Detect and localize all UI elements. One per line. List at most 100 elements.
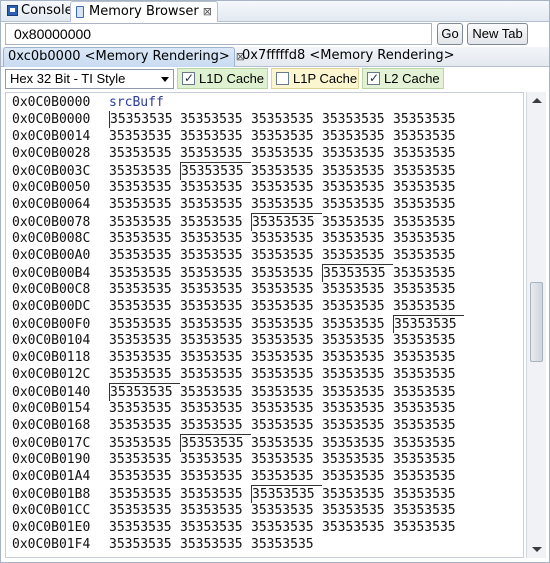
l2-cache-checkbox[interactable]: L2 Cache: [362, 68, 444, 89]
memory-value-cell[interactable]: 35353535: [109, 435, 180, 452]
memory-value-cell[interactable]: 35353535: [322, 519, 393, 536]
memory-value-cell[interactable]: 35353535: [393, 486, 464, 503]
memory-value-cell[interactable]: 35353535: [393, 128, 464, 145]
memory-value-cell[interactable]: 35353535: [322, 264, 393, 282]
memory-value-cell[interactable]: 35353535: [109, 145, 180, 162]
memory-value-cell[interactable]: 35353535: [109, 196, 180, 213]
memory-value-cell[interactable]: 35353535: [322, 145, 393, 162]
memory-value-cell[interactable]: 35353535: [393, 281, 464, 298]
memory-value-cell[interactable]: 35353535: [251, 298, 322, 315]
memory-value-cell[interactable]: 35353535: [251, 435, 322, 452]
memory-value-cell[interactable]: 35353535: [393, 502, 464, 519]
memory-value-cell[interactable]: 35353535: [322, 214, 393, 231]
scroll-thumb[interactable]: [530, 282, 543, 362]
memory-value-cell[interactable]: 35353535: [251, 502, 322, 519]
memory-value-cell[interactable]: 35353535: [251, 366, 322, 383]
memory-value-cell[interactable]: 35353535: [251, 128, 322, 145]
vertical-scrollbar[interactable]: [526, 92, 546, 558]
memory-value-cell[interactable]: 35353535: [109, 451, 180, 468]
memory-value-cell[interactable]: 35353535: [251, 316, 322, 333]
memory-value-cell[interactable]: 35353535: [322, 230, 393, 247]
tab-memory-browser[interactable]: Memory Browser ⊠: [70, 1, 218, 22]
memory-value-cell[interactable]: 35353535: [109, 468, 180, 485]
memory-value-cell[interactable]: 35353535: [180, 281, 251, 298]
memory-value-cell[interactable]: 35353535: [322, 366, 393, 383]
memory-value-cell[interactable]: 35353535: [251, 179, 322, 196]
memory-value-cell[interactable]: 35353535: [180, 519, 251, 536]
l1p-cache-checkbox[interactable]: L1P Cache: [271, 68, 359, 89]
memory-value-cell[interactable]: 35353535: [109, 163, 180, 180]
new-tab-button[interactable]: New Tab: [467, 23, 528, 45]
memory-value-cell[interactable]: 35353535: [251, 145, 322, 162]
memory-value-cell[interactable]: 35353535: [393, 468, 464, 485]
memory-value-cell[interactable]: 35353535: [251, 451, 322, 468]
memory-value-cell[interactable]: 35353535: [322, 486, 393, 503]
memory-rendering-area[interactable]: 0x0C0B0000 srcBuff 0x0C0B0000 35353535 3535…: [5, 92, 524, 558]
memory-value-cell[interactable]: 35353535: [393, 349, 464, 366]
memory-value-cell[interactable]: 35353535: [251, 519, 322, 536]
memory-value-cell[interactable]: 35353535: [251, 485, 322, 503]
memory-value-cell[interactable]: 35353535: [322, 316, 393, 333]
tab-console[interactable]: Console: [3, 1, 77, 21]
tab-rendering-other[interactable]: 0x7fffffd8 <Memory Rendering>: [242, 47, 455, 66]
memory-value-cell[interactable]: 35353535: [180, 230, 251, 247]
memory-value-cell[interactable]: 35353535: [393, 265, 464, 282]
scroll-up-icon[interactable]: [532, 98, 542, 103]
memory-value-cell[interactable]: 35353535: [180, 434, 251, 452]
memory-value-cell[interactable]: 35353535: [109, 519, 180, 536]
memory-value-cell[interactable]: 35353535: [322, 163, 393, 180]
memory-value-cell[interactable]: 35353535: [322, 451, 393, 468]
memory-value-cell[interactable]: 35353535: [180, 162, 251, 180]
memory-value-cell[interactable]: 35353535: [251, 163, 322, 180]
memory-value-cell[interactable]: 35353535: [180, 468, 251, 485]
memory-value-cell[interactable]: 35353535: [109, 486, 180, 503]
memory-value-cell[interactable]: 35353535: [322, 179, 393, 196]
memory-value-cell[interactable]: 35353535: [180, 502, 251, 519]
memory-value-cell[interactable]: 35353535: [109, 316, 180, 333]
memory-value-cell[interactable]: 35353535: [393, 417, 464, 434]
memory-value-cell[interactable]: 35353535: [180, 536, 251, 553]
memory-value-cell[interactable]: 35353535: [109, 502, 180, 519]
memory-value-cell[interactable]: 35353535: [251, 384, 322, 401]
memory-value-cell[interactable]: 35353535: [393, 196, 464, 213]
memory-value-cell[interactable]: 35353535: [393, 111, 464, 128]
memory-value-cell[interactable]: 35353535: [109, 179, 180, 196]
memory-value-cell[interactable]: 35353535: [393, 247, 464, 264]
memory-value-cell[interactable]: 35353535: [180, 111, 251, 128]
memory-value-cell[interactable]: 35353535: [393, 179, 464, 196]
memory-value-cell[interactable]: 35353535: [180, 486, 251, 503]
memory-value-cell[interactable]: 35353535: [180, 214, 251, 231]
memory-value-cell[interactable]: 35353535: [180, 384, 251, 401]
memory-value-cell[interactable]: 35353535: [109, 111, 180, 128]
memory-value-cell[interactable]: 35353535: [180, 128, 251, 145]
memory-value-cell[interactable]: 35353535: [251, 265, 322, 282]
memory-value-cell[interactable]: 35353535: [322, 349, 393, 366]
memory-value-cell[interactable]: 35353535: [251, 196, 322, 213]
memory-value-cell[interactable]: 35353535: [322, 298, 393, 315]
memory-value-cell[interactable]: 35353535: [393, 163, 464, 180]
memory-value-cell[interactable]: 35353535: [322, 281, 393, 298]
go-button[interactable]: Go: [437, 23, 463, 45]
memory-value-cell[interactable]: 35353535: [109, 128, 180, 145]
memory-value-cell[interactable]: 35353535: [322, 435, 393, 452]
memory-value-cell[interactable]: 35353535: [393, 400, 464, 417]
memory-value-cell[interactable]: 35353535: [109, 366, 180, 383]
memory-value-cell[interactable]: 35353535: [251, 230, 322, 247]
address-input[interactable]: 0x80000000: [5, 23, 432, 45]
tab-rendering-active[interactable]: 0xc0b0000 <Memory Rendering> ⊠: [3, 47, 245, 67]
memory-value-cell[interactable]: 35353535: [109, 400, 180, 417]
memory-value-cell[interactable]: 35353535: [109, 332, 180, 349]
memory-value-cell[interactable]: 35353535: [393, 451, 464, 468]
memory-value-cell[interactable]: 35353535: [109, 214, 180, 231]
memory-value-cell[interactable]: 35353535: [109, 281, 180, 298]
memory-value-cell[interactable]: 35353535: [251, 349, 322, 366]
memory-value-cell[interactable]: 35353535: [322, 247, 393, 264]
memory-value-cell[interactable]: 35353535: [393, 332, 464, 349]
memory-value-cell[interactable]: 35353535: [109, 247, 180, 264]
scroll-down-icon[interactable]: [532, 547, 542, 552]
memory-value-cell[interactable]: 35353535: [322, 502, 393, 519]
memory-value-cell[interactable]: 35353535: [109, 265, 180, 282]
close-icon[interactable]: ⊠: [203, 5, 212, 18]
memory-value-cell[interactable]: 35353535: [109, 383, 180, 401]
l1d-cache-checkbox[interactable]: L1D Cache: [177, 68, 268, 89]
